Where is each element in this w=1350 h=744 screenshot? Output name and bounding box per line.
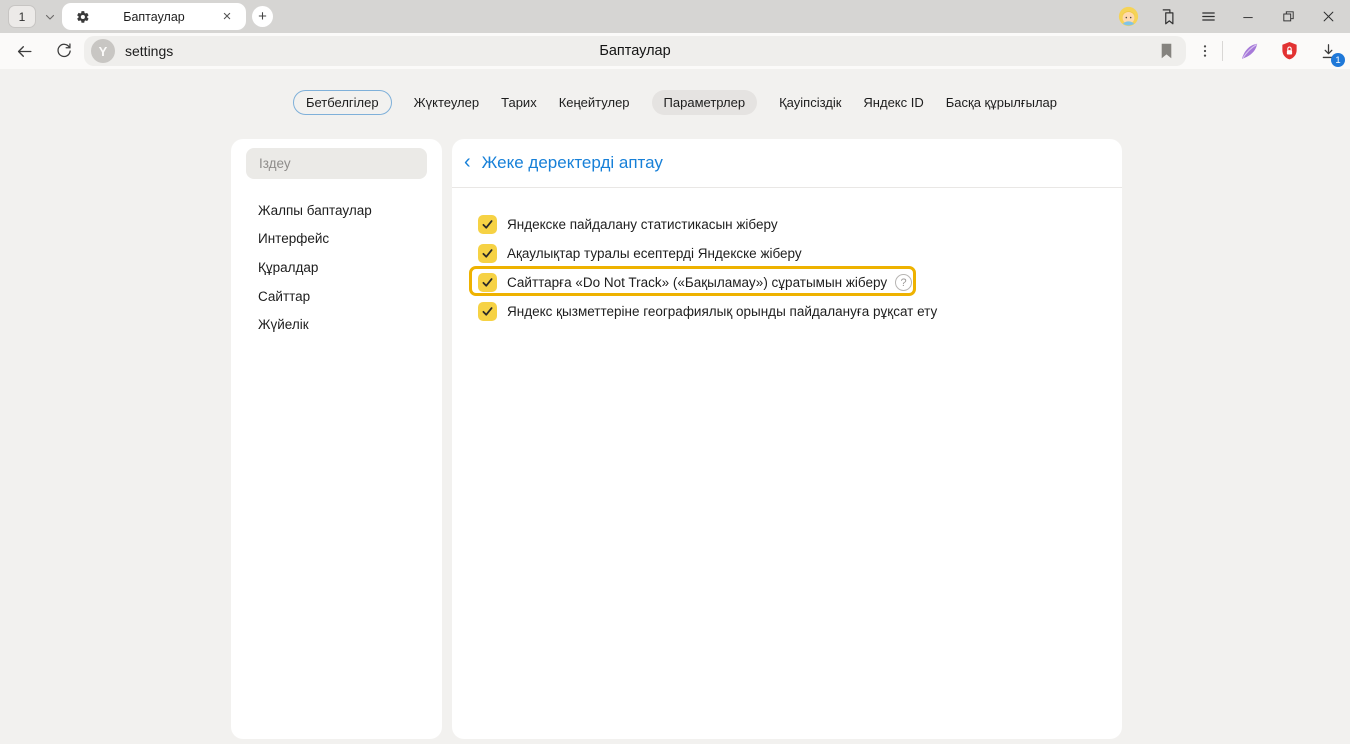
check-icon	[481, 276, 494, 289]
shield-lock-icon	[1280, 41, 1299, 62]
tab-counter-value: 1	[19, 10, 26, 24]
bookmarks-panel-button[interactable]	[1148, 0, 1188, 33]
gear-icon	[76, 10, 90, 24]
sidebar-item-tools[interactable]: Құралдар	[231, 253, 442, 282]
tab-title: Баптаулар	[90, 10, 218, 24]
sidebar-item-sites[interactable]: Сайттар	[231, 282, 442, 311]
tab-yandex-id[interactable]: Яндекс ID	[863, 90, 923, 115]
tab-settings[interactable]: Параметрлер	[652, 90, 758, 115]
bookmark-icon	[1160, 43, 1173, 59]
tab-counter[interactable]: 1	[8, 5, 36, 28]
settings-main-panel: ‹ Жеке деректерді аптау Яндекске пайдала…	[452, 139, 1122, 739]
back-heading[interactable]: ‹ Жеке деректерді аптау	[464, 150, 663, 176]
sidebar-item-interface[interactable]: Интерфейс	[231, 225, 442, 254]
search-input[interactable]	[246, 148, 427, 179]
tab-history[interactable]: Тарих	[501, 90, 537, 115]
tab-bookmarks[interactable]: Бетбелгілер	[293, 90, 392, 115]
tab-security[interactable]: Қауіпсіздік	[779, 90, 841, 115]
back-chevron-icon: ‹	[464, 152, 471, 175]
back-button[interactable]	[8, 33, 40, 69]
checkbox-checked[interactable]	[478, 215, 497, 234]
setting-label: Яндекске пайдалану статистикасын жіберу	[507, 217, 778, 232]
close-window-button[interactable]	[1308, 0, 1348, 33]
check-icon	[481, 305, 494, 318]
omnibox-page-title: Баптаулар	[84, 36, 1186, 66]
setting-row-crash-reports[interactable]: Ақаулықтар туралы есептерді Яндекске жіб…	[478, 239, 1102, 268]
sidebar-item-general[interactable]: Жалпы баптаулар	[231, 196, 442, 225]
setting-label: Сайттарға «Do Not Track» («Бақыламау») с…	[507, 275, 887, 290]
sidebar-list: Жалпы баптаулар Интерфейс Құралдар Сайтт…	[231, 196, 442, 339]
profile-avatar[interactable]	[1108, 0, 1148, 33]
toolbar-divider	[1222, 41, 1223, 61]
extensions-menu-button[interactable]	[1188, 33, 1222, 69]
download-count-badge: 1	[1331, 53, 1345, 67]
protect-glyph: Y	[99, 44, 108, 59]
protect-badge-icon[interactable]: Y	[91, 39, 115, 63]
adblock-extension-button[interactable]	[1272, 33, 1306, 69]
downloads-button[interactable]: 1	[1310, 33, 1346, 69]
setting-row-geolocation[interactable]: Яндекс қызметтеріне географиялық орынды …	[478, 297, 1102, 326]
checkbox-checked[interactable]	[478, 273, 497, 292]
restore-button[interactable]	[1268, 0, 1308, 33]
settings-sidebar: Жалпы баптаулар Интерфейс Құралдар Сайтт…	[231, 139, 442, 739]
url-field[interactable]: Y settings Баптаулар	[84, 36, 1186, 66]
toolbar: Y settings Баптаулар 1	[0, 33, 1350, 69]
tab-close-button[interactable]: ×	[218, 8, 236, 26]
reload-button[interactable]	[48, 33, 80, 69]
page-title: Жеке деректерді аптау	[482, 153, 663, 173]
url-text: settings	[125, 36, 173, 66]
new-tab-button[interactable]: +	[252, 6, 273, 27]
kebab-menu-icon	[1197, 43, 1213, 59]
checkbox-checked[interactable]	[478, 244, 497, 263]
bookmark-button[interactable]	[1156, 42, 1176, 60]
feather-extension-button[interactable]	[1232, 33, 1266, 69]
setting-row-usage-stats[interactable]: Яндекске пайдалану статистикасын жіберу	[478, 210, 1102, 239]
chevron-down-icon	[44, 11, 56, 23]
plus-icon: +	[258, 8, 267, 25]
tab-downloads[interactable]: Жүктеулер	[414, 90, 480, 115]
feather-icon	[1239, 41, 1260, 62]
setting-label: Яндекс қызметтеріне географиялық орынды …	[507, 304, 937, 319]
setting-label: Ақаулықтар туралы есептерді Яндекске жіб…	[507, 246, 802, 261]
settings-list: Яндекске пайдалану статистикасын жіберу …	[478, 210, 1102, 326]
tab-other-devices[interactable]: Басқа құрылғылар	[946, 90, 1057, 115]
help-glyph: ?	[901, 277, 907, 289]
reload-icon	[55, 42, 73, 60]
avatar-icon	[1118, 6, 1139, 27]
bookmarks-icon	[1159, 8, 1177, 26]
minimize-button[interactable]	[1228, 0, 1268, 33]
close-window-icon	[1321, 9, 1336, 24]
setting-row-do-not-track[interactable]: Сайттарға «Do Not Track» («Бақыламау») с…	[478, 268, 1102, 297]
settings-nav: Бетбелгілер Жүктеулер Тарих Кеңейтулер П…	[0, 90, 1350, 115]
menu-icon	[1200, 8, 1217, 25]
close-icon: ×	[223, 8, 232, 25]
minimize-icon	[1241, 10, 1255, 24]
check-icon	[481, 247, 494, 260]
check-icon	[481, 218, 494, 231]
tab-extensions[interactable]: Кеңейтулер	[559, 90, 630, 115]
sidebar-item-system[interactable]: Жүйелік	[231, 310, 442, 339]
heading-divider	[452, 187, 1122, 188]
tabs-dropdown-button[interactable]	[38, 5, 62, 28]
browser-menu-button[interactable]	[1188, 0, 1228, 33]
browser-window: 1 Баптаулар × +	[0, 0, 1350, 744]
restore-icon	[1281, 9, 1296, 24]
browser-tab-settings[interactable]: Баптаулар ×	[62, 3, 246, 30]
titlebar: 1 Баптаулар × +	[0, 0, 1350, 33]
back-icon	[15, 42, 34, 61]
checkbox-checked[interactable]	[478, 302, 497, 321]
help-icon[interactable]: ?	[895, 274, 912, 291]
